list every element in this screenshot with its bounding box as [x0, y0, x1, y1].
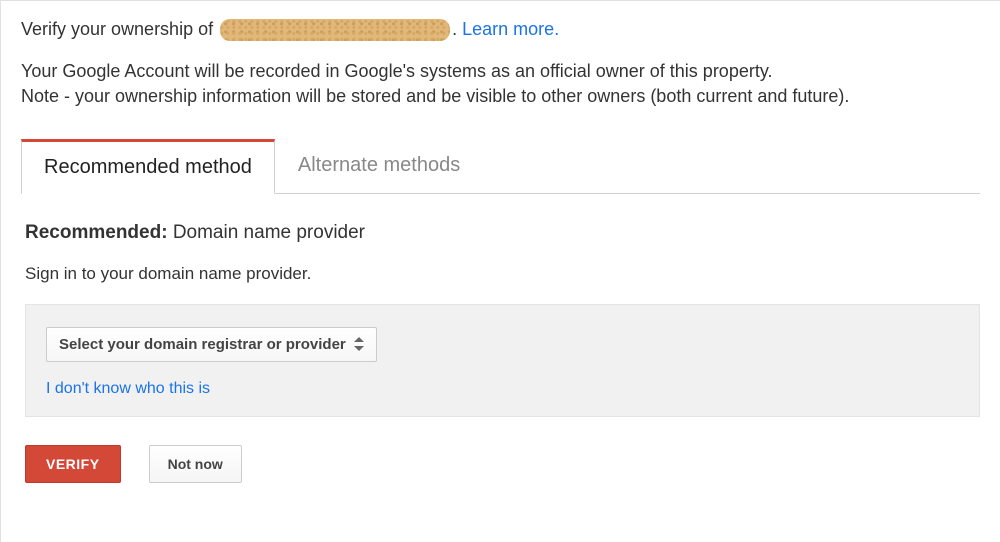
tab-recommended-method[interactable]: Recommended method	[21, 139, 275, 194]
select-area: Select your domain registrar or provider…	[25, 304, 980, 417]
recommended-heading: Recommended: Domain name provider	[25, 222, 980, 244]
disclaimer-text: Your Google Account will be recorded in …	[21, 59, 980, 108]
select-placeholder: Select your domain registrar or provider	[59, 336, 346, 353]
dont-know-link[interactable]: I don't know who this is	[46, 380, 959, 398]
redacted-domain	[220, 19, 450, 41]
tab-content: Recommended: Domain name provider Sign i…	[21, 222, 980, 483]
method-name: Domain name provider	[173, 222, 365, 243]
disclaimer-line2: Note - your ownership information will b…	[21, 84, 980, 108]
tab-alternate-methods[interactable]: Alternate methods	[275, 139, 483, 194]
updown-icon	[354, 337, 364, 351]
verify-suffix-text: .	[452, 19, 457, 39]
tab-alternate-label: Alternate methods	[298, 154, 460, 176]
domain-registrar-select[interactable]: Select your domain registrar or provider	[46, 327, 377, 362]
tab-recommended-label: Recommended method	[44, 156, 252, 178]
verify-ownership-line: Verify your ownership of . Learn more.	[21, 19, 980, 41]
verify-prefix-text: Verify your ownership of	[21, 19, 213, 39]
verify-button[interactable]: VERIFY	[25, 445, 121, 483]
tabs: Recommended method Alternate methods	[21, 138, 980, 194]
recommended-label: Recommended:	[25, 222, 168, 243]
button-row: VERIFY Not now	[25, 445, 980, 483]
not-now-button[interactable]: Not now	[149, 445, 242, 483]
signin-text: Sign in to your domain name provider.	[25, 264, 980, 284]
learn-more-link[interactable]: Learn more.	[462, 19, 559, 39]
disclaimer-line1: Your Google Account will be recorded in …	[21, 59, 980, 83]
